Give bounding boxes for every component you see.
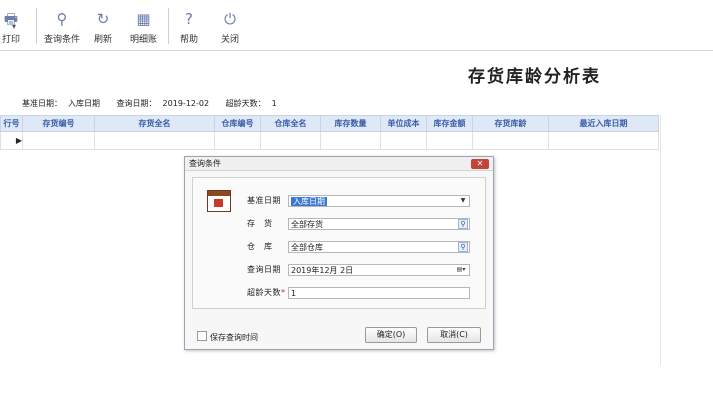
table-cell[interactable]	[548, 131, 659, 150]
cancel-button[interactable]: 取消(C)	[427, 327, 481, 343]
warehouse-value: 全部仓库	[291, 243, 323, 252]
table-cell[interactable]	[260, 131, 321, 150]
warehouse-field-label: 仓 库	[247, 242, 273, 251]
query-date-field-value: 2019年12月 2日	[291, 266, 354, 275]
close-button[interactable]: ⏻ 关闭	[221, 10, 239, 45]
ok-button[interactable]: 确定(O)	[365, 327, 417, 343]
table-cell[interactable]	[214, 131, 261, 150]
toolbar-divider	[168, 8, 169, 44]
detail-ledger-label: 明细账	[130, 35, 158, 45]
calendar-icon	[207, 190, 231, 212]
age-days-label: 超龄天数：	[225, 99, 266, 108]
detail-ledger-button[interactable]: ▦ 明细账	[130, 10, 157, 45]
column-header[interactable]: 仓库编号	[214, 115, 261, 132]
chevron-down-icon[interactable]: ▼	[458, 197, 468, 205]
toolbar: 🖶 打印 ▾ ⚲ 查询条件 ↻ 刷新 ▦ 明细账 ? 帮助 ⏻ 关闭	[0, 0, 713, 51]
chevron-down-icon[interactable]: ▾	[12, 22, 16, 31]
base-date-select[interactable]: 入库日期 ▼	[288, 195, 470, 207]
refresh-button[interactable]: ↻ 刷新	[94, 10, 112, 45]
dialog-title: 查询条件	[185, 157, 493, 171]
table-cell[interactable]	[426, 131, 473, 150]
help-icon: ?	[185, 10, 193, 28]
age-days-field-label: 超龄天数*	[247, 286, 287, 300]
query-date-field-label: 查询日期	[247, 265, 281, 274]
age-days-label-text: 超龄天数	[247, 288, 281, 297]
toolbar-divider	[36, 8, 37, 44]
grid-header-row: 行号 存货编号 存货全名 仓库编号 仓库全名 库存数量 单位成本 库存金额 存货…	[0, 115, 659, 132]
report-criteria-bar: 基准日期： 入库日期 查询日期： 2019-12-02 超龄天数： 1	[22, 98, 283, 109]
query-date-picker[interactable]: 2019年12月 2日 ▤▾	[288, 264, 470, 276]
table-cell[interactable]	[380, 131, 427, 150]
table-cell[interactable]	[22, 131, 95, 150]
save-query-time-checkbox[interactable]: 保存查询时间	[197, 331, 258, 343]
column-header[interactable]: 存货库龄	[472, 115, 549, 132]
table-cell[interactable]	[320, 131, 381, 150]
calendar-dropdown-icon[interactable]: ▤▾	[454, 266, 468, 274]
column-header[interactable]: 存货编号	[22, 115, 95, 132]
help-button[interactable]: ? 帮助	[180, 10, 198, 45]
save-query-time-label: 保存查询时间	[210, 333, 258, 342]
table-cell[interactable]	[472, 131, 549, 150]
print-label: 打印	[2, 35, 21, 45]
goods-field[interactable]: 全部存货 ⚲	[288, 218, 470, 230]
table-cell[interactable]	[94, 131, 215, 150]
search-icon: ⚲	[56, 10, 68, 28]
search-icon[interactable]: ⚲	[458, 219, 468, 229]
goods-field-label: 存 货	[247, 219, 273, 228]
printer-icon: 🖶	[3, 10, 19, 28]
grid-icon: ▦	[136, 10, 151, 28]
required-marker: *	[281, 288, 286, 297]
query-date-label: 查询日期：	[116, 99, 157, 108]
age-days-input[interactable]: 1	[288, 287, 470, 299]
age-days-value: 1	[271, 99, 277, 108]
column-header[interactable]: 库存金额	[426, 115, 473, 132]
query-date-value: 2019-12-02	[162, 99, 210, 108]
search-icon[interactable]: ⚲	[458, 242, 468, 252]
goods-value: 全部存货	[291, 220, 323, 229]
table-row[interactable]: ▶	[0, 131, 659, 150]
warehouse-field[interactable]: 全部仓库 ⚲	[288, 241, 470, 253]
dialog-form-panel: 基准日期 入库日期 ▼ 存 货 全部存货 ⚲ 仓 库 全部仓库 ⚲ 查询日期 2…	[192, 177, 486, 309]
close-label: 关闭	[221, 35, 240, 45]
base-date-label: 基准日期：	[22, 99, 62, 108]
current-row-marker: ▶	[0, 131, 23, 150]
base-date-value: 入库日期	[68, 99, 100, 108]
column-header[interactable]: 仓库全名	[260, 115, 321, 132]
column-header[interactable]: 存货全名	[94, 115, 215, 132]
base-date-selected-value: 入库日期	[291, 197, 327, 206]
base-date-field-label: 基准日期	[247, 196, 281, 205]
query-conditions-label: 查询条件	[44, 35, 81, 45]
print-button[interactable]: 🖶 打印	[2, 10, 20, 45]
column-header[interactable]: 行号	[0, 115, 23, 132]
refresh-icon: ↻	[96, 10, 110, 28]
dialog-close-button[interactable]: ✕	[471, 159, 489, 169]
age-days-field-value: 1	[291, 289, 297, 298]
column-header[interactable]: 库存数量	[320, 115, 381, 132]
checkbox-box[interactable]	[197, 331, 207, 341]
power-icon: ⏻	[224, 10, 236, 28]
column-header[interactable]: 最近入库日期	[548, 115, 659, 132]
query-conditions-button[interactable]: ⚲ 查询条件	[44, 10, 80, 45]
report-title: 存货库龄分析表	[468, 67, 601, 87]
query-conditions-dialog: 查询条件 ✕ 基准日期 入库日期 ▼ 存 货 全部存货 ⚲ 仓 库 全部仓库 ⚲	[184, 156, 494, 350]
refresh-label: 刷新	[94, 35, 113, 45]
column-header[interactable]: 单位成本	[380, 115, 427, 132]
help-label: 帮助	[180, 35, 199, 45]
